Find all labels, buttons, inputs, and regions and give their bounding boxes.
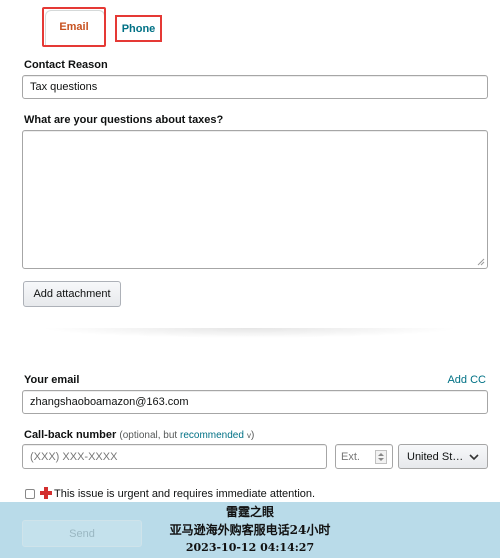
tab-bar: Email Phone [0, 0, 500, 48]
email-field[interactable]: zhangshaoboamazon@163.com [22, 390, 488, 414]
tab-phone[interactable]: Phone [115, 15, 162, 42]
chevron-down-icon [469, 453, 479, 460]
add-attachment-button[interactable]: Add attachment [23, 281, 121, 307]
taxes-question-textarea[interactable] [22, 130, 488, 269]
callback-recommended-link[interactable]: recommended [180, 430, 244, 441]
tab-email-label: Email [59, 21, 89, 33]
section-divider [40, 328, 460, 338]
red-cross-icon [40, 487, 52, 499]
contact-reason-field[interactable]: Tax questions [22, 75, 488, 99]
watermark-line-1: 雷霆之眼 [225, 505, 274, 519]
urgent-checkbox[interactable] [25, 489, 35, 499]
callback-note-suffix: ) [250, 430, 255, 441]
watermark-line-2: 亚马逊海外购客服电话24小时 [169, 523, 331, 537]
watermark-line-3: 2023-10-12 04:14:27 [185, 541, 315, 554]
extension-placeholder: Ext. [341, 450, 360, 463]
add-attachment-label: Add attachment [33, 288, 111, 300]
contact-reason-label: Contact Reason [24, 59, 108, 71]
callback-label-row: Call-back number (optional, but recommen… [24, 429, 254, 441]
phone-placeholder: (XXX) XXX-XXXX [30, 450, 118, 463]
tab-email[interactable]: Email [42, 7, 106, 47]
contact-reason-value: Tax questions [30, 81, 98, 93]
callback-label: Call-back number [24, 429, 117, 441]
tab-phone-label: Phone [121, 22, 156, 35]
email-value: zhangshaoboamazon@163.com [30, 396, 189, 408]
email-label: Your email [24, 374, 80, 386]
extension-field[interactable]: Ext. [335, 444, 393, 469]
country-select[interactable]: United St… [398, 444, 488, 469]
country-value: United St… [407, 450, 464, 463]
phone-field[interactable]: (XXX) XXX-XXXX [22, 444, 327, 469]
resize-handle-icon[interactable] [477, 258, 485, 266]
callback-note-prefix: (optional, but [119, 430, 180, 441]
stepper-icon[interactable] [375, 449, 387, 464]
urgent-label: This issue is urgent and requires immedi… [54, 488, 316, 500]
add-cc-link[interactable]: Add CC [447, 374, 486, 386]
taxes-question-label: What are your questions about taxes? [24, 114, 224, 126]
